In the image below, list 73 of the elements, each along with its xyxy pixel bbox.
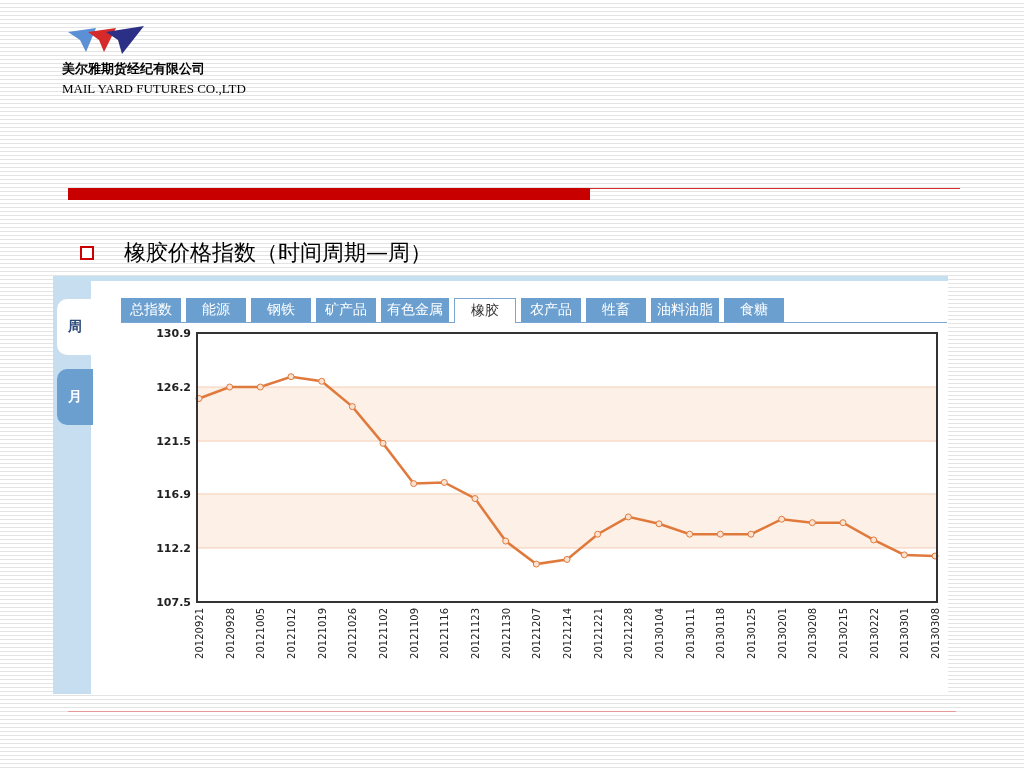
x-tick-label: 20130118 (715, 608, 727, 659)
slide-title: 橡胶价格指数（时间周期—周） (124, 239, 432, 267)
category-tab[interactable]: 牲畜 (586, 298, 646, 322)
x-tick-label: 20121221 (592, 608, 604, 659)
category-tab[interactable]: 钢铁 (251, 298, 311, 322)
x-tick-label: 20121109 (408, 608, 420, 659)
x-tick-label: 20130125 (746, 608, 757, 659)
period-tab[interactable]: 周 (57, 299, 93, 355)
data-point (900, 551, 908, 559)
data-point (686, 530, 694, 538)
company-name-english: MAIL YARD FUTURES CO.,LTD (62, 81, 247, 97)
data-point (287, 373, 295, 381)
category-tab[interactable]: 矿产品 (316, 298, 376, 322)
x-tick-label: 20121005 (255, 608, 267, 659)
category-tab[interactable]: 总指数 (121, 298, 181, 322)
data-point (532, 560, 540, 568)
data-point (747, 530, 755, 538)
y-tick-label: 130.9 (156, 327, 191, 340)
category-tab[interactable]: 农产品 (521, 298, 581, 322)
x-tick-label: 20121123 (470, 608, 481, 659)
data-point (594, 530, 602, 538)
x-tick-label: 20121228 (623, 608, 635, 659)
x-tick-label: 20130222 (868, 608, 880, 659)
x-tick-label: 20121214 (562, 608, 573, 659)
data-point (624, 513, 632, 521)
x-tick-label: 20121102 (378, 608, 389, 659)
period-tab[interactable]: 月 (57, 369, 93, 425)
category-tab[interactable]: 有色金属 (381, 298, 449, 322)
data-point (870, 536, 878, 544)
x-tick-label: 20121207 (531, 608, 543, 659)
data-point (256, 383, 264, 391)
category-tab[interactable]: 橡胶 (454, 298, 516, 323)
category-tab[interactable]: 食糖 (724, 298, 784, 322)
x-tick-label: 20121019 (316, 608, 328, 659)
y-tick-label: 121.5 (156, 435, 191, 449)
x-tick-label: 20121012 (286, 608, 297, 659)
x-tick-label: 20130215 (838, 608, 849, 659)
logo-icon (66, 26, 144, 56)
y-tick-label: 126.2 (156, 381, 191, 395)
data-point (226, 383, 234, 391)
data-point (778, 515, 786, 523)
y-tick-label: 112.2 (156, 541, 191, 555)
y-tick-label: 107.5 (156, 596, 191, 609)
x-tick-label: 20130111 (684, 608, 696, 659)
data-point (195, 395, 203, 403)
x-tick-label: 20121116 (439, 608, 451, 659)
data-point (931, 552, 939, 560)
data-point (471, 495, 479, 503)
data-point (348, 403, 356, 411)
x-tick-label: 20130208 (807, 608, 819, 659)
data-point (716, 530, 724, 538)
data-point (808, 519, 816, 527)
x-tick-label: 20130104 (654, 608, 665, 659)
data-point (502, 537, 510, 545)
category-tab[interactable]: 油料油脂 (651, 298, 719, 322)
x-tick-label: 20130301 (899, 608, 911, 659)
square-bullet-icon (80, 246, 94, 260)
data-point (379, 439, 387, 447)
data-point (410, 480, 418, 488)
x-tick-label: 20130308 (930, 608, 941, 659)
data-point (440, 478, 448, 486)
y-tick-label: 116.9 (156, 487, 191, 501)
data-point (655, 520, 663, 528)
data-point (563, 555, 571, 563)
data-point (839, 519, 847, 527)
x-tick-label: 20130201 (776, 608, 788, 659)
company-name: 美尔雅期货经纪有限公司 (62, 60, 206, 78)
data-point (318, 377, 326, 385)
category-tab[interactable]: 能源 (186, 298, 246, 322)
x-tick-label: 20120921 (194, 608, 205, 659)
x-tick-label: 20121026 (347, 608, 359, 659)
x-tick-label: 20120928 (224, 608, 236, 659)
x-tick-label: 20121130 (500, 608, 512, 659)
